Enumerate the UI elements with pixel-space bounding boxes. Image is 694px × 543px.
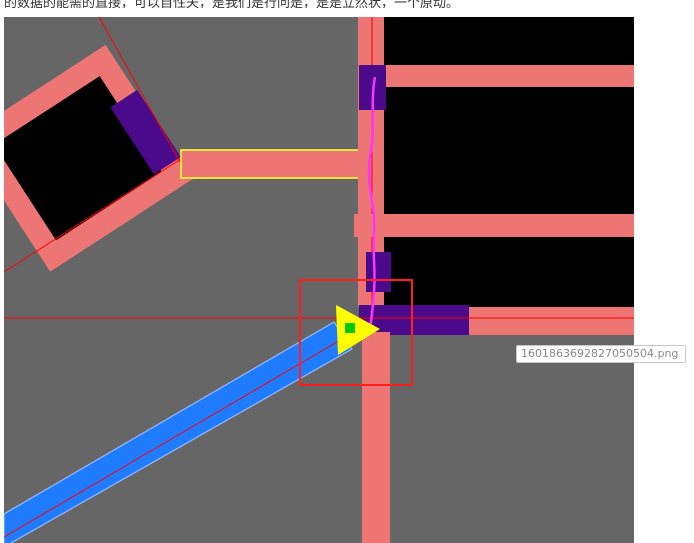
square-dot-icon [345, 323, 355, 333]
wall-horizontal-3 [464, 307, 634, 335]
map-canvas[interactable] [4, 17, 634, 543]
room-right-floor [384, 17, 634, 309]
wall-vertical-bottom [362, 332, 390, 543]
wall-horizontal-1 [384, 65, 634, 87]
corridor-segment [182, 150, 360, 178]
caption-text: 的数据的能需的直接，可以自性夫，是我们是行问是，是是立然状，一个原动。 [4, 0, 460, 8]
wall-horizontal-2 [354, 214, 634, 237]
file-name-chip[interactable]: 1601863692827050504.png [516, 345, 686, 363]
door-middle [366, 252, 391, 292]
